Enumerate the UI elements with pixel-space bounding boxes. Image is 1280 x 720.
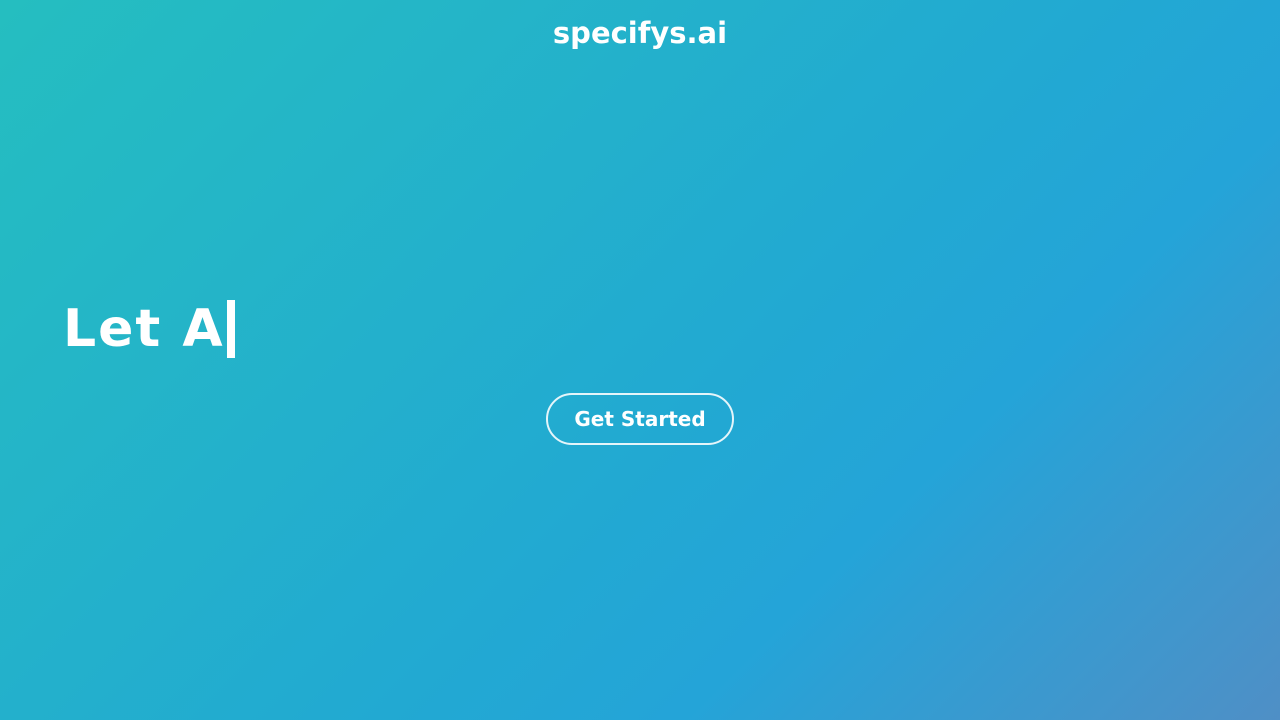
typing-cursor bbox=[226, 300, 235, 358]
typed-headline-text: Let A bbox=[63, 299, 225, 359]
get-started-button[interactable]: Get Started bbox=[546, 393, 734, 445]
brand-logo[interactable]: specifys.ai bbox=[0, 14, 1280, 52]
hero-headline: Let A bbox=[63, 296, 235, 362]
